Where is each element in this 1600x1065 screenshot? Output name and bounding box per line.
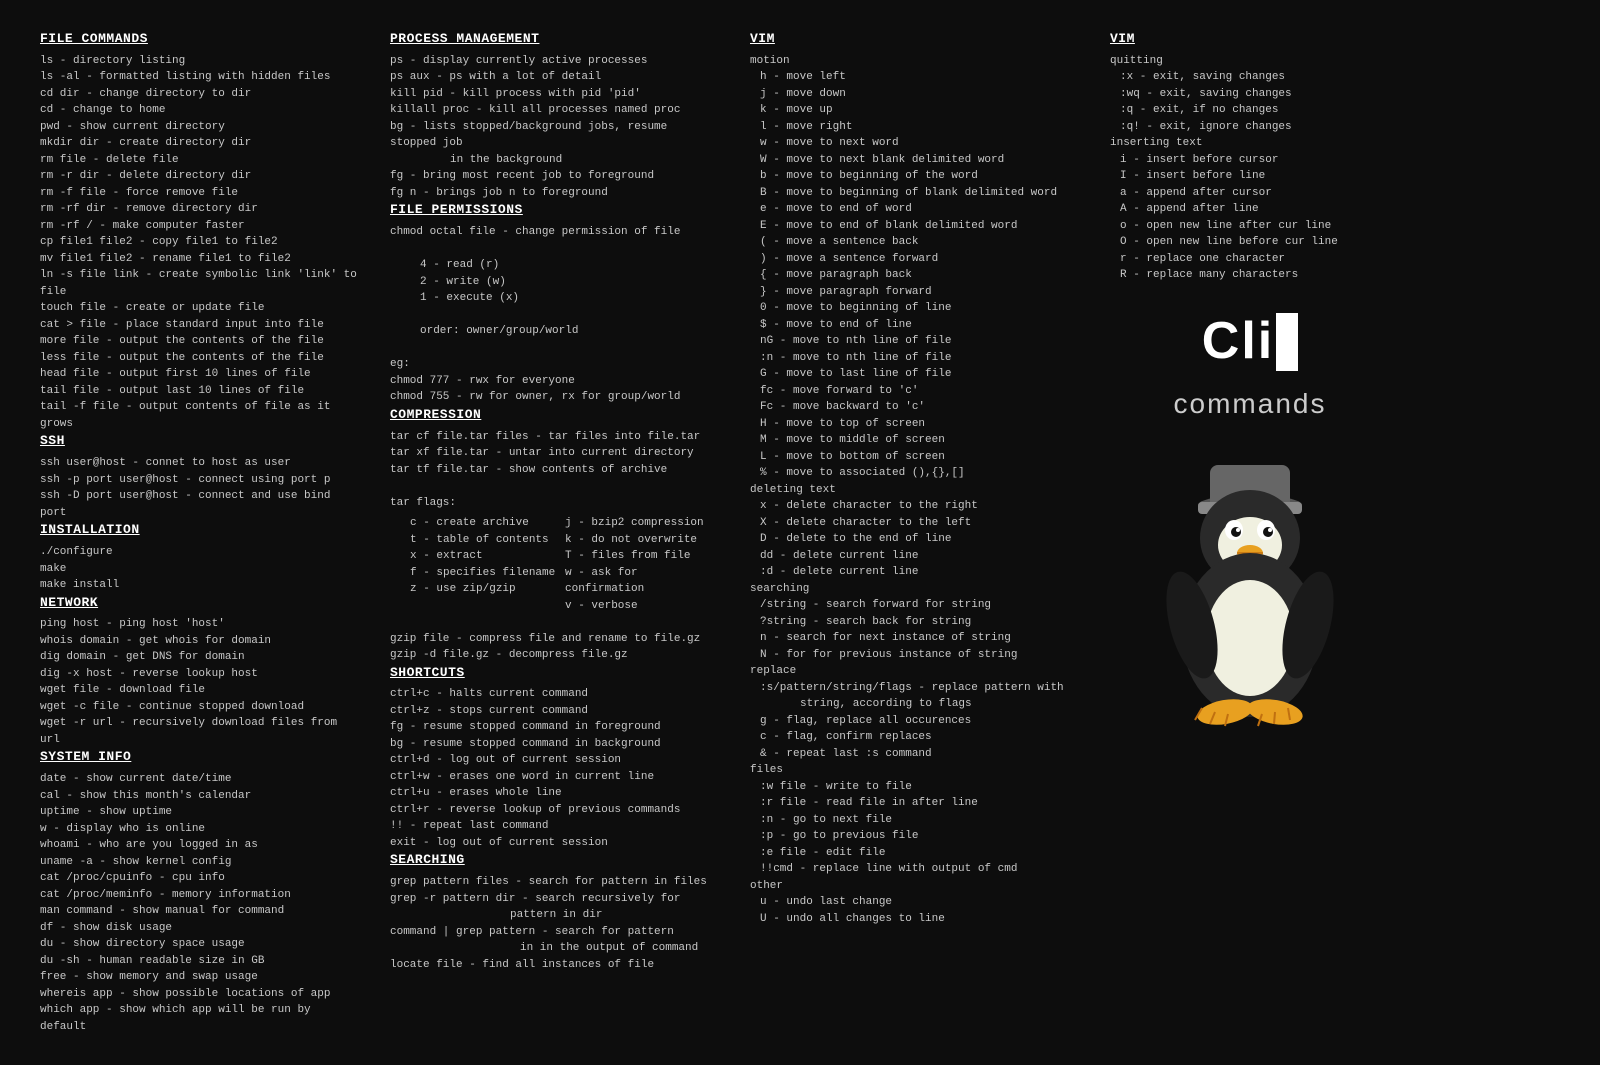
section-title-system-info: SYSTEM INFO [40,748,360,767]
cli-cursor [1276,313,1298,371]
section-title-network: NETWORK [40,594,360,613]
section-content-shortcuts: ctrl+c - halts current command ctrl+z - … [390,686,720,851]
section-title-shortcuts: SHORTCUTS [390,664,720,683]
section-file-permissions: FILE PERMISSIONS chmod octal file - chan… [390,201,720,405]
section-title-searching: SEARCHING [390,851,720,870]
section-title-file-permissions: FILE PERMISSIONS [390,201,720,220]
column-1: FILE COMMANDS ls - directory listing ls … [40,30,360,1035]
section-content-compression: tar cf file.tar files - tar files into f… [390,429,720,664]
section-title-vim-col3: VIM [750,30,1080,49]
tar-flags-grid: c - create archive t - table of contents… [400,515,720,614]
section-ssh: SSH ssh user@host - connet to host as us… [40,432,360,521]
section-searching: SEARCHING grep pattern files - search fo… [390,851,720,973]
column-2: PROCESS MANAGEMENT ps - display currentl… [390,30,720,1035]
section-content-system-info: date - show current date/time cal - show… [40,771,360,1035]
section-title-compression: COMPRESSION [390,406,720,425]
section-content-vim-col3: motion h - move left j - move down k - m… [750,53,1080,928]
section-installation: INSTALLATION ./configure make make insta… [40,521,360,593]
tux-penguin-svg [1140,450,1360,730]
section-content-process-management: ps - display currently active processes … [390,53,720,202]
section-network: NETWORK ping host - ping host 'host' who… [40,594,360,749]
section-content-ssh: ssh user@host - connet to host as user s… [40,455,360,521]
column-4: VIM quitting :x - exit, saving changes :… [1110,30,1390,1035]
section-content-searching: grep pattern files - search for pattern … [390,874,720,973]
penguin-svg [1140,450,1360,737]
section-file-commands: FILE COMMANDS ls - directory listing ls … [40,30,360,432]
section-content-file-commands: ls - directory listing ls -al - formatte… [40,53,360,433]
penguin-area: Cli commands [1110,304,1390,737]
main-grid: FILE COMMANDS ls - directory listing ls … [40,30,1560,1035]
section-process-management: PROCESS MANAGEMENT ps - display currentl… [390,30,720,201]
column-3: VIM motion h - move left j - move down k… [750,30,1080,1035]
section-content-vim-col4: quitting :x - exit, saving changes :wq -… [1110,53,1390,284]
section-compression: COMPRESSION tar cf file.tar files - tar … [390,406,720,664]
section-content-network: ping host - ping host 'host' whois domai… [40,616,360,748]
section-content-file-permissions: chmod octal file - change permission of … [390,224,720,406]
section-title-process-management: PROCESS MANAGEMENT [390,30,720,49]
section-content-installation: ./configure make make install [40,544,360,594]
section-system-info: SYSTEM INFO date - show current date/tim… [40,748,360,1035]
section-title-installation: INSTALLATION [40,521,360,540]
section-title-file-commands: FILE COMMANDS [40,30,360,49]
section-title-vim-col4: VIM [1110,30,1390,49]
section-title-ssh: SSH [40,432,360,451]
section-shortcuts: SHORTCUTS ctrl+c - halts current command… [390,664,720,852]
commands-text: commands [1174,384,1327,425]
cli-logo: Cli [1202,304,1298,379]
cli-text: Cli [1202,304,1274,379]
